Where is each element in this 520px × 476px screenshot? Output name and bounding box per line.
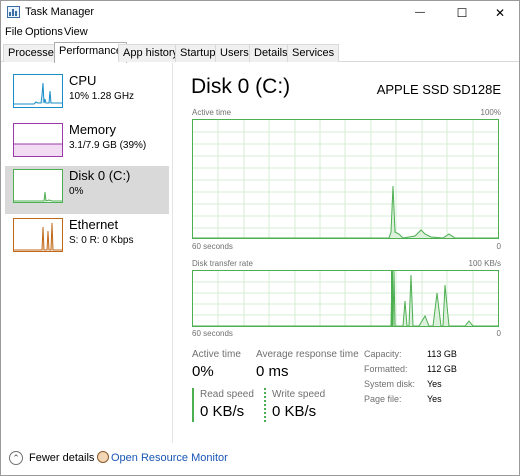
avg-response-label: Average response time xyxy=(256,349,359,360)
page-title: Disk 0 (C:) xyxy=(191,75,291,98)
tab-performance[interactable]: Performance xyxy=(54,42,127,63)
memory-graph-icon xyxy=(13,123,63,157)
close-button[interactable]: ✕ xyxy=(485,1,515,24)
transfer-rate-chart-time: 60 seconds xyxy=(192,329,233,338)
capacity-label: Capacity: xyxy=(364,349,402,359)
task-manager-window: Task Manager — ☐ ✕ File Options View Pro… xyxy=(0,0,520,476)
task-manager-app-icon xyxy=(7,6,20,18)
tab-startup[interactable]: Startup xyxy=(175,44,221,62)
minimize-button[interactable]: — xyxy=(405,1,435,24)
ethernet-graph-icon xyxy=(13,218,63,252)
sidebar-item-memory[interactable]: Memory 3.1/7.9 GB (39%) xyxy=(5,120,169,168)
open-resource-monitor-link[interactable]: Open Resource Monitor xyxy=(111,452,228,464)
active-time-value: 0% xyxy=(192,363,214,380)
tab-users[interactable]: Users xyxy=(215,44,254,62)
page-file-label: Page file: xyxy=(364,394,402,404)
transfer-rate-chart-zero: 0 xyxy=(496,329,501,338)
resource-monitor-icon xyxy=(97,451,109,463)
title-bar[interactable]: Task Manager — ☐ ✕ xyxy=(1,1,519,24)
active-time-chart-zero: 0 xyxy=(496,242,501,251)
formatted-label: Formatted: xyxy=(364,364,408,374)
write-speed-label: Write speed xyxy=(272,389,326,400)
sidebar-item-label: Memory xyxy=(69,122,116,137)
maximize-icon: ☐ xyxy=(456,5,468,20)
sidebar-item-label: Disk 0 (C:) xyxy=(69,168,131,183)
menu-view[interactable]: View xyxy=(64,26,88,38)
minimize-icon: — xyxy=(415,7,425,18)
close-icon: ✕ xyxy=(494,5,506,20)
transfer-rate-chart-label: Disk transfer rate xyxy=(192,259,253,268)
menu-file[interactable]: File xyxy=(5,26,23,38)
write-speed-box: Write speed 0 KB/s xyxy=(264,388,334,422)
read-speed-value: 0 KB/s xyxy=(200,403,245,420)
sidebar-item-sublabel: 0% xyxy=(69,186,84,197)
transfer-rate-chart-max: 100 KB/s xyxy=(468,259,501,268)
menu-options[interactable]: Options xyxy=(25,26,63,38)
system-disk-label: System disk: xyxy=(364,379,416,389)
fewer-details-link[interactable]: Fewer details xyxy=(29,452,94,464)
sidebar-item-label: Ethernet xyxy=(69,217,119,232)
active-time-label: Active time xyxy=(192,349,241,360)
disk-model: APPLE SSD SD128E xyxy=(376,82,501,97)
tab-bar: Processes Performance App history Startu… xyxy=(1,42,519,63)
system-disk-value: Yes xyxy=(427,379,442,389)
sidebar-item-label: CPU xyxy=(69,73,97,88)
chevron-up-icon[interactable]: ⌃ xyxy=(9,451,23,465)
sidebar-item-disk[interactable]: Disk 0 (C:) 0% xyxy=(5,166,169,214)
disk-graph-icon xyxy=(13,169,63,203)
disk-detail-panel: Disk 0 (C:) APPLE SSD SD128E Active time… xyxy=(191,63,507,443)
page-file-value: Yes xyxy=(427,394,442,404)
maximize-button[interactable]: ☐ xyxy=(447,1,477,24)
avg-response-value: 0 ms xyxy=(256,363,289,380)
sidebar-item-sublabel: 10% 1.28 GHz xyxy=(69,91,135,102)
write-speed-value: 0 KB/s xyxy=(272,403,317,420)
transfer-rate-chart-svg xyxy=(193,270,498,327)
sidebar-item-sublabel: S: 0 R: 0 Kbps xyxy=(69,235,134,246)
menu-bar: File Options View xyxy=(1,24,519,41)
performance-sidebar: CPU 10% 1.28 GHz Memory 3.1/7.9 GB (39%)… xyxy=(1,63,173,443)
active-time-chart-max: 100% xyxy=(480,108,501,117)
capacity-value: 113 GB xyxy=(427,349,457,359)
active-time-chart xyxy=(192,119,499,239)
tab-app-history[interactable]: App history xyxy=(118,44,184,62)
read-speed-box: Read speed 0 KB/s xyxy=(192,388,257,422)
sidebar-item-sublabel: 3.1/7.9 GB (39%) xyxy=(69,140,147,151)
sidebar-item-cpu[interactable]: CPU 10% 1.28 GHz xyxy=(5,71,169,119)
formatted-value: 112 GB xyxy=(427,364,457,374)
read-speed-label: Read speed xyxy=(200,389,254,400)
active-time-chart-time: 60 seconds xyxy=(192,242,233,251)
tab-services[interactable]: Services xyxy=(287,44,340,62)
window-title: Task Manager xyxy=(25,6,95,18)
active-time-chart-label: Active time xyxy=(192,108,232,117)
cpu-graph-icon xyxy=(13,74,63,108)
sidebar-item-ethernet[interactable]: Ethernet S: 0 R: 0 Kbps xyxy=(5,215,169,263)
active-time-chart-svg xyxy=(193,120,498,239)
footer-bar: ⌃ Fewer details Open Resource Monitor xyxy=(1,447,519,471)
transfer-rate-chart xyxy=(192,270,499,327)
